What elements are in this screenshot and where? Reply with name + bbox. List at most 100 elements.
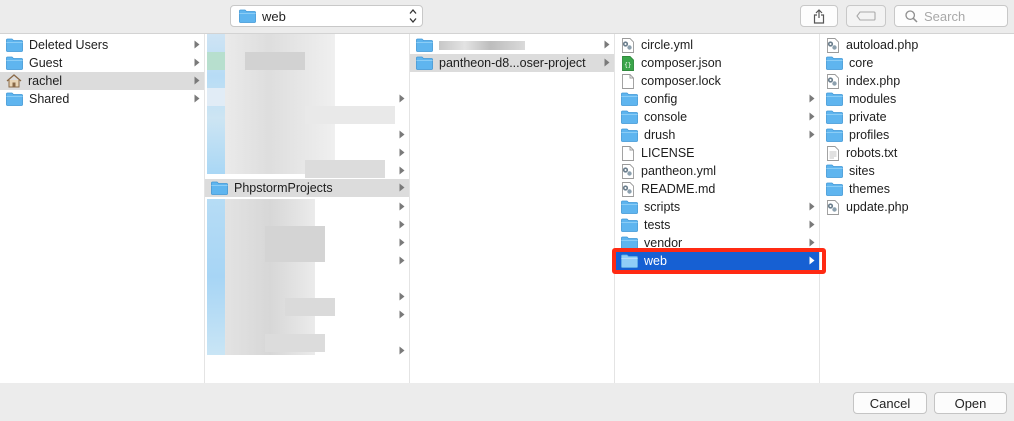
chevron-right-icon [399, 256, 405, 265]
folder-icon [621, 110, 638, 124]
list-item[interactable]: console [615, 108, 819, 126]
list-item[interactable]: Guest [0, 54, 204, 72]
tag-icon [856, 11, 876, 21]
item-label: console [644, 110, 688, 124]
list-item-selected[interactable]: pantheon-d8...oser-project [410, 54, 614, 72]
folder-icon [826, 164, 843, 178]
item-label: Shared [29, 92, 70, 106]
item-label: pantheon.yml [641, 164, 717, 178]
chevron-right-icon [399, 292, 405, 301]
list-item-selected[interactable]: rachel [0, 72, 204, 90]
list-item[interactable]: drush [615, 126, 819, 144]
list-item[interactable]: scripts [615, 198, 819, 216]
folder-icon [826, 128, 843, 142]
json-file-icon: {} [622, 55, 634, 71]
list-item[interactable]: LICENSE [615, 144, 819, 162]
item-label: README.md [641, 182, 716, 196]
folder-icon [826, 92, 843, 106]
item-label: rachel [28, 74, 63, 88]
item-label: profiles [849, 128, 890, 142]
item-label: composer.lock [641, 74, 721, 88]
item-label: drush [644, 128, 676, 142]
list-item[interactable]: autoload.php [820, 36, 1014, 54]
cancel-button[interactable]: Cancel [853, 392, 927, 414]
list-item[interactable]: private [820, 108, 1014, 126]
list-item[interactable]: composer.lock [615, 72, 819, 90]
text-file-icon [827, 145, 839, 161]
folder-icon [416, 38, 433, 52]
chevron-right-icon [399, 310, 405, 319]
list-item[interactable]: circle.yml [615, 36, 819, 54]
list-item[interactable]: vendor [615, 234, 819, 252]
list-item[interactable] [410, 36, 614, 54]
folder-icon [6, 56, 23, 70]
folder-icon [826, 110, 843, 124]
list-item[interactable]: themes [820, 180, 1014, 198]
folder-icon [239, 9, 256, 23]
folder-icon [6, 38, 23, 52]
item-label: tests [644, 218, 671, 232]
script-file-icon [622, 163, 634, 179]
list-item[interactable]: config [615, 90, 819, 108]
chevron-right-icon [809, 130, 815, 139]
chevron-right-icon [809, 220, 815, 229]
script-file-icon [827, 199, 839, 215]
item-label: modules [849, 92, 897, 106]
folder-icon [621, 218, 638, 232]
chevron-right-icon [399, 166, 405, 175]
list-item[interactable]: Shared [0, 90, 204, 108]
chevron-right-icon [399, 94, 405, 103]
list-item[interactable]: robots.txt [820, 144, 1014, 162]
column-5: autoload.php core index.php modules priv… [820, 34, 1014, 383]
path-popup[interactable]: web [230, 5, 423, 27]
path-popup-label: web [262, 8, 286, 24]
column-1: Deleted Users Guest rachel Shared [0, 34, 205, 383]
folder-icon [416, 56, 433, 70]
script-file-icon [622, 181, 634, 197]
list-item[interactable]: Deleted Users [0, 36, 204, 54]
column-browser: Deleted Users Guest rachel Shared Phpsto… [0, 34, 1014, 383]
folder-icon [621, 200, 638, 214]
column-3: pantheon-d8...oser-project [410, 34, 615, 383]
chevron-right-icon [809, 256, 815, 265]
chevron-right-icon [809, 238, 815, 247]
list-item-selected-web[interactable]: web [615, 252, 819, 270]
chevron-right-icon [194, 58, 200, 67]
share-button[interactable] [800, 5, 838, 27]
item-label: update.php [846, 200, 909, 214]
item-label: LICENSE [641, 146, 695, 160]
search-box[interactable] [894, 5, 1008, 27]
item-label: composer.json [641, 56, 722, 70]
folder-icon [826, 56, 843, 70]
chevron-right-icon [604, 58, 610, 67]
tag-button[interactable] [846, 5, 886, 27]
chevron-right-icon [809, 112, 815, 121]
chevron-right-icon [194, 76, 200, 85]
list-item[interactable]: core [820, 54, 1014, 72]
item-label: Deleted Users [29, 38, 109, 52]
script-file-icon [827, 37, 839, 53]
folder-icon [621, 236, 638, 250]
list-item[interactable]: pantheon.yml [615, 162, 819, 180]
folder-icon [826, 182, 843, 196]
list-item-selected[interactable]: PhpstormProjects [205, 179, 409, 197]
chevron-right-icon [399, 183, 405, 192]
list-item[interactable]: profiles [820, 126, 1014, 144]
home-icon [6, 74, 22, 88]
redacted-label [439, 40, 525, 50]
list-item[interactable]: modules [820, 90, 1014, 108]
item-label: Guest [29, 56, 63, 70]
list-item[interactable]: index.php [820, 72, 1014, 90]
folder-icon [211, 181, 228, 195]
chevron-right-icon [194, 94, 200, 103]
search-input[interactable] [924, 8, 1004, 24]
item-label: themes [849, 182, 890, 196]
list-item[interactable]: {} composer.json [615, 54, 819, 72]
list-item[interactable]: tests [615, 216, 819, 234]
chevron-right-icon [399, 202, 405, 211]
list-item[interactable]: sites [820, 162, 1014, 180]
open-button[interactable]: Open [934, 392, 1007, 414]
item-label: autoload.php [846, 38, 919, 52]
list-item[interactable]: update.php [820, 198, 1014, 216]
list-item[interactable]: README.md [615, 180, 819, 198]
